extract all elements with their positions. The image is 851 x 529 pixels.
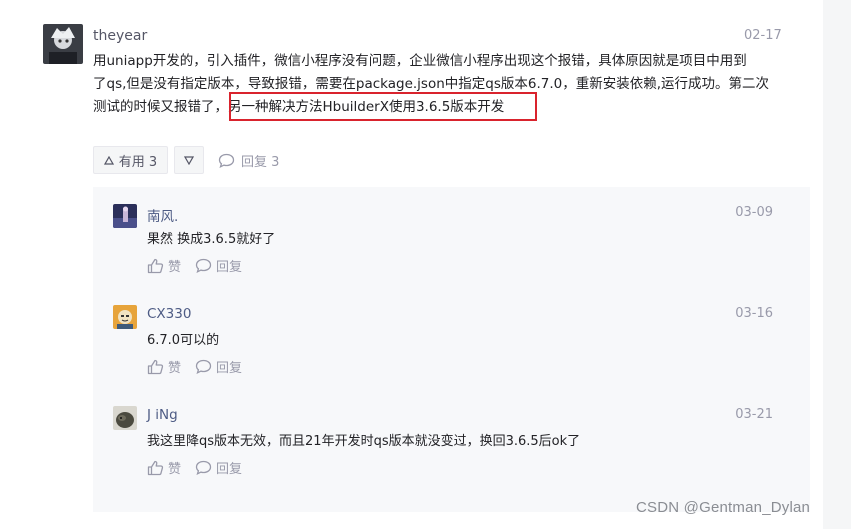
comment-date: 02-17 bbox=[744, 28, 782, 43]
reply-date: 03-16 bbox=[735, 306, 773, 321]
like-label[interactable]: 赞 bbox=[168, 357, 181, 376]
comment-username[interactable]: theyear bbox=[93, 28, 147, 44]
comment-bubble-icon[interactable] bbox=[195, 359, 212, 374]
comment-bubble-icon[interactable] bbox=[195, 460, 212, 475]
reply-username[interactable]: 南风. bbox=[147, 205, 178, 225]
reply-label: 回复 3 bbox=[241, 154, 280, 170]
thumbs-up-icon[interactable] bbox=[147, 359, 164, 375]
reply-item: 南风. 03-09 果然 换成3.6.5就好了 赞 回复 bbox=[93, 187, 810, 287]
comment-bubble-icon bbox=[218, 153, 235, 168]
downvote-triangle-icon bbox=[184, 155, 194, 165]
reply-item: CX330 03-16 6.7.0可以的 赞 回复 bbox=[93, 288, 810, 388]
watermark: CSDN @Gentman_Dylan bbox=[636, 499, 811, 516]
like-label[interactable]: 赞 bbox=[168, 458, 181, 477]
reply-label[interactable]: 回复 bbox=[216, 458, 242, 477]
downvote-button[interactable] bbox=[174, 146, 204, 174]
comment-text-segment: 测试的时候又报错了， bbox=[93, 99, 228, 115]
avatar[interactable] bbox=[113, 406, 137, 430]
thumbs-up-icon[interactable] bbox=[147, 460, 164, 476]
avatar[interactable] bbox=[113, 305, 137, 329]
upvote-triangle-icon bbox=[103, 155, 114, 165]
reply-date: 03-21 bbox=[735, 407, 773, 422]
avatar[interactable] bbox=[43, 24, 83, 64]
reply-text: 6.7.0可以的 bbox=[147, 333, 220, 348]
reply-username[interactable]: CX330 bbox=[147, 306, 191, 322]
reply-label[interactable]: 回复 bbox=[216, 357, 242, 376]
useful-button[interactable]: 有用 3 bbox=[93, 146, 168, 174]
reply-button[interactable]: 回复 3 bbox=[218, 150, 279, 170]
highlight-box bbox=[229, 92, 537, 121]
reply-label[interactable]: 回复 bbox=[216, 256, 242, 275]
reply-actions: 赞 回复 bbox=[147, 357, 242, 376]
reply-text: 我这里降qs版本无效，而且21年开发时qs版本就没变过，换回3.6.5后ok了 bbox=[147, 434, 581, 449]
reply-text: 果然 换成3.6.5就好了 bbox=[147, 232, 276, 247]
comment-text-line: 用uniapp开发的，引入插件，微信小程序没有问题，企业微信小程序出现这个报错，… bbox=[93, 53, 747, 69]
useful-label: 有用 3 bbox=[118, 154, 158, 170]
replies-panel: 南风. 03-09 果然 换成3.6.5就好了 赞 回复 CX330 03-16… bbox=[93, 187, 810, 512]
avatar[interactable] bbox=[113, 204, 137, 228]
reply-item: J iNg 03-21 我这里降qs版本无效，而且21年开发时qs版本就没变过，… bbox=[93, 389, 810, 489]
reply-actions: 赞 回复 bbox=[147, 458, 242, 477]
like-label[interactable]: 赞 bbox=[168, 256, 181, 275]
right-gutter bbox=[823, 0, 851, 529]
comment-bubble-icon[interactable] bbox=[195, 258, 212, 273]
reply-actions: 赞 回复 bbox=[147, 256, 242, 275]
thumbs-up-icon[interactable] bbox=[147, 258, 164, 274]
reply-username[interactable]: J iNg bbox=[147, 407, 178, 423]
reply-date: 03-09 bbox=[735, 205, 773, 220]
